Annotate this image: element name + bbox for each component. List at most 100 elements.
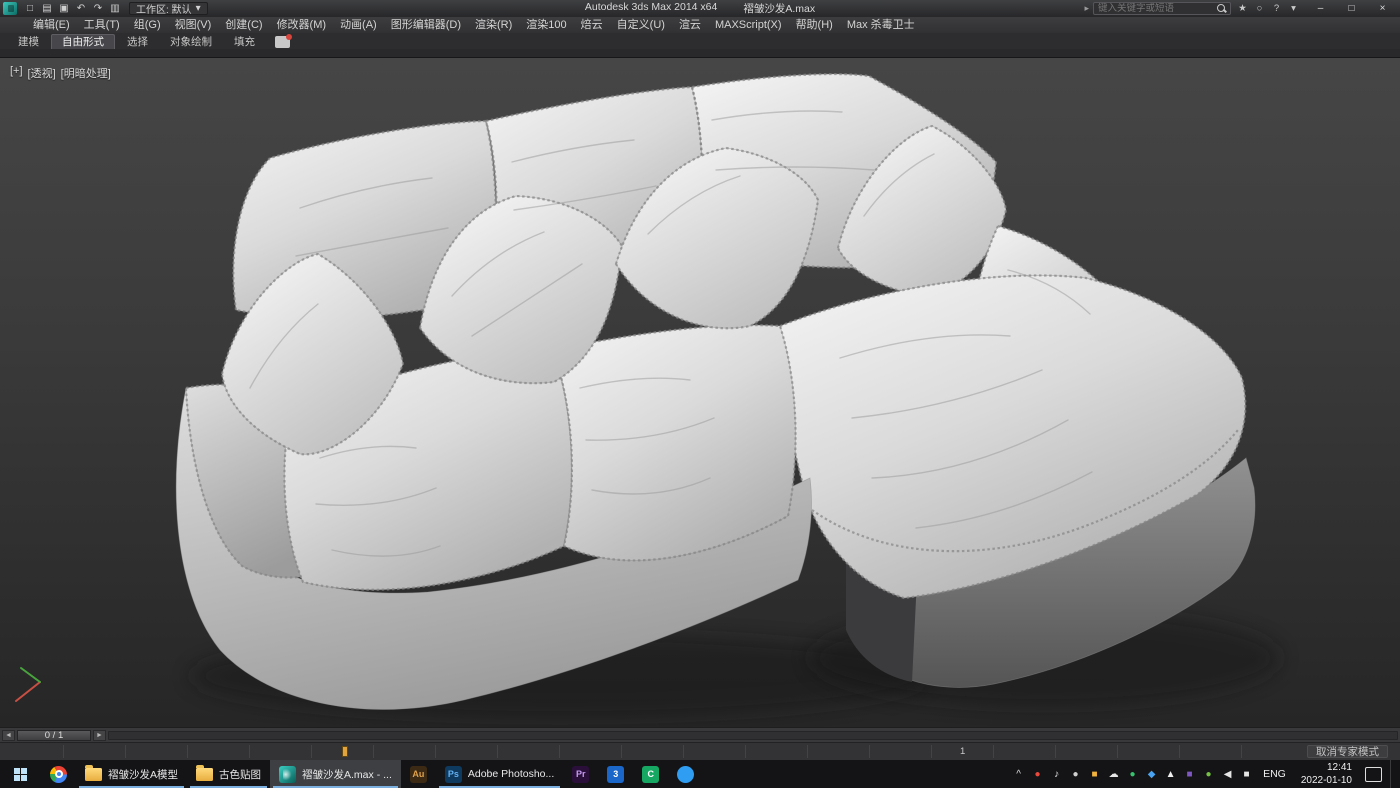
ribbon-tab-3[interactable]: 对象绘制 [160, 35, 222, 49]
cancel-expert-mode-button[interactable]: 取消专家模式 [1307, 745, 1388, 758]
menu-item-4[interactable]: 创建(C) [218, 17, 269, 33]
app-blue-circle-taskbar-button[interactable] [668, 760, 703, 788]
keyframe-marker[interactable] [342, 746, 348, 757]
menu-item-1[interactable]: 工具(T) [77, 17, 127, 33]
viewport-menu-plus[interactable]: [+] [10, 65, 23, 81]
undo-icon[interactable]: ↶ [73, 2, 89, 15]
app-3-taskbar-button[interactable]: 3 [598, 760, 633, 788]
menu-item-15[interactable]: Max 杀毒卫士 [840, 17, 922, 33]
chrome-taskbar-button[interactable] [41, 760, 76, 788]
world-axis-gizmo [16, 668, 40, 701]
app-c-icon: C [642, 766, 659, 783]
title-bar: □▤▣↶↷▥ 工作区: 默认 ▾ Autodesk 3ds Max 2014 x… [0, 0, 1400, 17]
perspective-viewport[interactable]: [+] [透视] [明暗处理] [0, 58, 1400, 727]
ribbon-collapsed-strip [0, 49, 1400, 58]
close-button[interactable]: × [1367, 1, 1398, 17]
menubar: 编辑(E)工具(T)组(G)视图(V)创建(C)修改器(M)动画(A)图形编辑器… [0, 17, 1400, 33]
help-icon[interactable]: ? [1269, 3, 1284, 14]
ribbon-options-icon[interactable] [275, 36, 290, 48]
track-bar-ruler[interactable] [2, 745, 1270, 758]
app-blue-circle-icon [677, 766, 694, 783]
qq-icon[interactable]: ◆ [1145, 769, 1158, 780]
app-title: Autodesk 3ds Max 2014 x64 [585, 1, 718, 16]
previous-frame-button[interactable]: ◄ [2, 730, 15, 741]
menu-item-12[interactable]: 渲云 [672, 17, 708, 33]
headset-icon[interactable]: ● [1069, 769, 1082, 780]
network-icon[interactable]: ■ [1240, 769, 1253, 780]
audition-taskbar-button[interactable]: Au [401, 760, 436, 788]
infocenter-arrow-icon[interactable]: ▸ [1084, 3, 1089, 14]
open-file-icon[interactable]: ▤ [39, 2, 55, 15]
new-scene-icon[interactable]: □ [22, 2, 38, 15]
save-file-icon[interactable]: ▣ [56, 2, 72, 15]
menu-item-6[interactable]: 动画(A) [333, 17, 384, 33]
ribbon-tab-4[interactable]: 填充 [224, 35, 265, 49]
communication-center-icon[interactable]: ○ [1252, 3, 1267, 14]
menu-item-14[interactable]: 帮助(H) [789, 17, 840, 33]
track-frame-label: 1 [960, 746, 965, 757]
messenger-icon[interactable]: ● [1126, 769, 1139, 780]
explorer-sofa-model-label: 褶皱沙发A模型 [108, 767, 178, 782]
download-manager-icon[interactable]: ■ [1183, 769, 1196, 780]
time-slider-handle[interactable]: 0 / 1 [17, 730, 91, 741]
menu-item-9[interactable]: 渲染100 [519, 17, 573, 33]
menu-item-2[interactable]: 组(G) [127, 17, 168, 33]
viewport-label: [+] [透视] [明暗处理] [10, 65, 111, 81]
3dsmax-document-taskbar-button[interactable]: 褶皱沙发A.max - ... [270, 760, 401, 788]
favorites-star-icon[interactable]: ★ [1235, 3, 1250, 14]
time-slider-track[interactable] [108, 731, 1398, 740]
photoshop-label: Adobe Photosho... [468, 768, 554, 780]
menu-item-10[interactable]: 焙云 [574, 17, 610, 33]
signin-dropdown-icon[interactable]: ▾ [1286, 3, 1301, 14]
project-folder-icon[interactable]: ▥ [107, 2, 123, 15]
explorer-texture-taskbar-button[interactable]: 古色贴图 [187, 760, 270, 788]
menu-item-8[interactable]: 渲染(R) [468, 17, 519, 33]
search-input[interactable] [1098, 3, 1214, 14]
minimize-button[interactable]: – [1305, 1, 1336, 17]
ribbon-tab-2[interactable]: 选择 [117, 35, 158, 49]
photoshop-taskbar-button[interactable]: PsAdobe Photosho... [436, 760, 563, 788]
menu-item-13[interactable]: MAXScript(X) [708, 17, 789, 33]
graphics-driver-icon[interactable]: ● [1202, 769, 1215, 780]
menu-item-11[interactable]: 自定义(U) [610, 17, 672, 33]
language-indicator[interactable]: ENG [1259, 768, 1290, 780]
menu-item-7[interactable]: 图形编辑器(D) [384, 17, 468, 33]
explorer-sofa-model-taskbar-button[interactable]: 褶皱沙发A模型 [76, 760, 187, 788]
show-desktop-button[interactable] [1390, 760, 1395, 788]
hidden-icons-chevron-icon[interactable]: ^ [1012, 769, 1025, 780]
track-bar: 1 取消专家模式 [0, 742, 1400, 760]
screen-record-icon[interactable]: ● [1031, 769, 1044, 780]
system-tray: ^ ● ♪ ● ■ ☁ ● ◆ ▲ ■ ● ◀ ■ ENG 12:41 2022-01-10 [1012, 760, 1400, 788]
premiere-taskbar-button[interactable]: Pr [563, 760, 598, 788]
viewport-menu-view[interactable]: [透视] [28, 65, 56, 81]
premiere-icon: Pr [572, 766, 589, 783]
windows-start-taskbar-button[interactable] [0, 760, 41, 788]
audition-icon: Au [410, 766, 427, 783]
taskbar-apps: 褶皱沙发A模型古色贴图褶皱沙发A.max - ... Au PsAdobe Phot… [0, 760, 703, 788]
3dsmax-icon [279, 766, 296, 783]
input-method-icon[interactable]: ■ [1088, 769, 1101, 780]
volume-icon[interactable]: ◀ [1221, 769, 1234, 780]
cloud-sync-icon[interactable]: ☁ [1107, 769, 1120, 780]
taskbar-clock[interactable]: 12:41 2022-01-10 [1296, 761, 1357, 787]
search-icon[interactable] [1217, 4, 1226, 13]
menu-item-5[interactable]: 修改器(M) [270, 17, 334, 33]
3dsmax-app-menu-button[interactable] [3, 2, 17, 15]
action-center-icon[interactable] [1365, 767, 1382, 782]
menu-item-3[interactable]: 视图(V) [168, 17, 219, 33]
redo-icon[interactable]: ↷ [90, 2, 106, 15]
search-box [1093, 2, 1231, 15]
app-c-taskbar-button[interactable]: C [633, 760, 668, 788]
ribbon-tab-1[interactable]: 自由形式 [51, 34, 115, 49]
window-title: Autodesk 3ds Max 2014 x64 褶皱沙发A.max [585, 1, 815, 16]
menu-item-0[interactable]: 编辑(E) [26, 17, 77, 33]
chrome-icon [50, 766, 67, 783]
maximize-button[interactable]: □ [1336, 1, 1367, 17]
next-frame-button[interactable]: ► [93, 730, 106, 741]
security-icon[interactable]: ▲ [1164, 769, 1177, 780]
ribbon-tab-0[interactable]: 建模 [8, 35, 49, 49]
ribbon-tabs: 建模自由形式选择对象绘制填充 [0, 33, 1400, 49]
microphone-icon[interactable]: ♪ [1050, 769, 1063, 780]
workspace-dropdown[interactable]: 工作区: 默认 ▾ [129, 2, 208, 15]
viewport-menu-shading[interactable]: [明暗处理] [61, 65, 111, 81]
